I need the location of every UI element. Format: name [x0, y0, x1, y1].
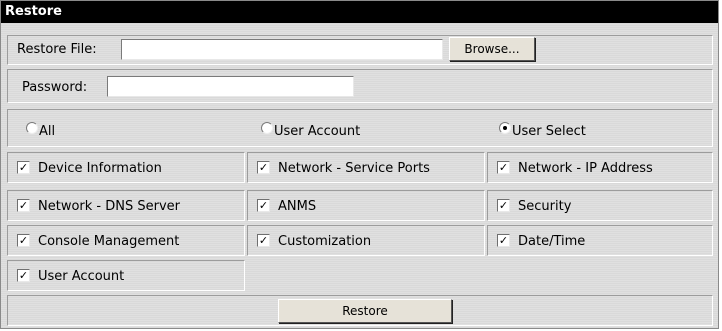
radio-all-circle[interactable]	[26, 122, 38, 134]
checkbox-box[interactable]: ✓	[257, 199, 270, 212]
restore-panel: Restore Restore File: Browse... Password…	[0, 0, 719, 329]
checkbox-label: Security	[518, 199, 572, 214]
restore-button[interactable]: Restore	[278, 299, 452, 323]
restore-mode-row: All User Account User Select	[7, 109, 713, 147]
radio-all[interactable]: All	[26, 121, 86, 139]
checkbox-anms[interactable]: ✓ ANMS	[247, 190, 485, 221]
checkbox-label: Network - Service Ports	[278, 161, 430, 176]
password-label: Password:	[22, 80, 88, 95]
radio-user-account-label: User Account	[274, 124, 361, 139]
checkbox-label: Network - IP Address	[518, 161, 653, 176]
checkbox-box[interactable]: ✓	[17, 161, 30, 174]
checkbox-box[interactable]: ✓	[17, 199, 30, 212]
checkbox-label: Console Management	[38, 234, 180, 249]
checkbox-user-account[interactable]: ✓ User Account	[7, 260, 245, 291]
checkbox-device-information[interactable]: ✓ Device Information	[7, 152, 245, 183]
radio-all-label: All	[39, 124, 56, 139]
checkbox-console-management[interactable]: ✓ Console Management	[7, 225, 245, 256]
restore-file-row: Restore File: Browse...	[7, 35, 713, 65]
checkbox-box[interactable]: ✓	[497, 161, 510, 174]
checkbox-label: Date/Time	[518, 234, 586, 249]
restore-file-input[interactable]	[121, 39, 443, 60]
radio-user-select[interactable]: User Select	[499, 121, 639, 139]
password-row: Password:	[7, 69, 713, 103]
checkbox-label: User Account	[38, 269, 125, 284]
checkbox-customization[interactable]: ✓ Customization	[247, 225, 485, 256]
checkbox-date-time[interactable]: ✓ Date/Time	[487, 225, 713, 256]
checkbox-box[interactable]: ✓	[257, 234, 270, 247]
checkbox-label: Network - DNS Server	[38, 199, 180, 214]
checkbox-box[interactable]: ✓	[257, 161, 270, 174]
checkbox-box[interactable]: ✓	[17, 269, 30, 282]
browse-button[interactable]: Browse...	[449, 37, 535, 61]
checkbox-network-ip-address[interactable]: ✓ Network - IP Address	[487, 152, 713, 183]
checkbox-network-dns-server[interactable]: ✓ Network - DNS Server	[7, 190, 245, 221]
radio-user-account[interactable]: User Account	[261, 121, 401, 139]
checkbox-box[interactable]: ✓	[497, 199, 510, 212]
restore-file-label: Restore File:	[17, 42, 97, 57]
radio-user-select-circle[interactable]	[499, 122, 511, 134]
checkbox-network-service-ports[interactable]: ✓ Network - Service Ports	[247, 152, 485, 183]
checkbox-label: Customization	[278, 234, 372, 249]
checkbox-security[interactable]: ✓ Security	[487, 190, 713, 221]
checkbox-box[interactable]: ✓	[17, 234, 30, 247]
radio-user-select-label: User Select	[512, 124, 586, 139]
password-input[interactable]	[107, 76, 354, 97]
radio-user-account-circle[interactable]	[261, 122, 273, 134]
radio-selected-dot	[503, 126, 507, 130]
checkbox-label: Device Information	[38, 161, 162, 176]
panel-title: Restore	[1, 1, 718, 23]
restore-action-row: Restore	[7, 295, 713, 326]
checkbox-label: ANMS	[278, 199, 317, 214]
checkbox-box[interactable]: ✓	[497, 234, 510, 247]
